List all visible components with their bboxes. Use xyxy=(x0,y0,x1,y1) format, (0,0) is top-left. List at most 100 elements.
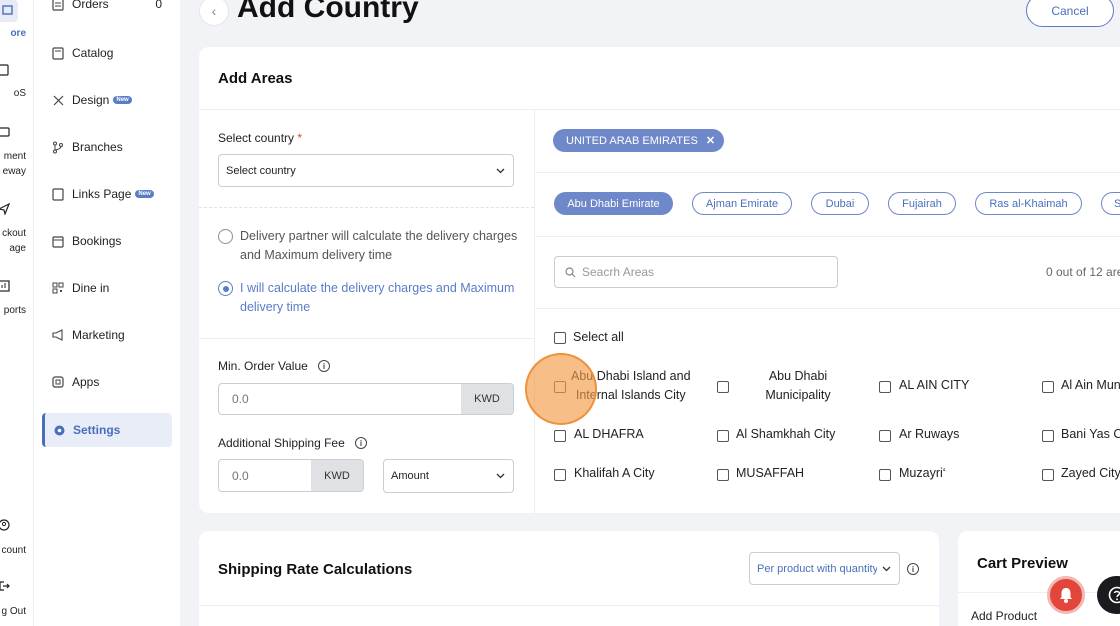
cancel-button[interactable]: Cancel xyxy=(1026,0,1114,27)
area-label: Bani Yas C xyxy=(1061,427,1120,441)
calendar-icon xyxy=(51,234,65,248)
radio-button[interactable] xyxy=(218,229,233,244)
country-select[interactable]: Select country xyxy=(218,154,514,187)
select-all-label: Select all xyxy=(573,330,624,344)
reports-icon xyxy=(0,280,10,292)
sidebar-item-label: Apps xyxy=(72,375,100,389)
branches-icon xyxy=(51,140,65,154)
close-icon[interactable]: ✕ xyxy=(706,134,715,147)
shipping-rate-card: Shipping Rate Calculations Per product w… xyxy=(199,531,939,626)
info-icon[interactable]: i xyxy=(907,563,919,575)
left-rail: ore oS ment eway ckout age ports count g… xyxy=(0,0,34,626)
area-label: Al Ain Mun xyxy=(1061,378,1120,392)
selected-count: 0 out of 12 are xyxy=(1046,265,1120,279)
selected-country-chip[interactable]: UNITED ARAB EMIRATES ✕ xyxy=(553,129,725,152)
card-title: Cart Preview xyxy=(977,555,1068,572)
back-button[interactable]: ‹ xyxy=(199,0,229,26)
qr-icon xyxy=(51,281,65,295)
pos-icon xyxy=(0,64,9,76)
divider xyxy=(199,207,534,208)
area-label: Khalifah A City xyxy=(574,466,655,480)
sidebar-item-dine-in[interactable]: Dine in xyxy=(42,271,172,305)
notification-bell-button[interactable] xyxy=(1047,576,1085,614)
new-badge: New xyxy=(135,190,154,198)
fee-type-select[interactable]: Amount xyxy=(383,459,514,493)
area-checkbox[interactable] xyxy=(879,469,891,481)
emirate-tab[interactable]: Fujairah xyxy=(888,192,956,215)
area-checkbox[interactable] xyxy=(1042,430,1054,442)
page-title: Add Country xyxy=(237,0,419,24)
area-label: AL DHAFRA xyxy=(574,427,644,441)
chevron-down-icon xyxy=(882,566,891,571)
select-all-checkbox[interactable] xyxy=(554,332,566,344)
area-checkbox[interactable] xyxy=(717,469,729,481)
area-checkbox[interactable] xyxy=(879,381,891,393)
sidebar-item-label: Links Page xyxy=(72,187,132,201)
area-checkbox[interactable] xyxy=(1042,469,1054,481)
sidebar-item-apps[interactable]: Apps xyxy=(42,365,172,399)
card-title: Shipping Rate Calculations xyxy=(218,561,413,578)
emirate-tab[interactable]: Dubai xyxy=(811,192,869,215)
logout-icon xyxy=(0,581,10,591)
chevron-down-icon xyxy=(496,473,505,479)
min-order-label: Min. Order Value xyxy=(218,359,308,373)
sidebar-item-label: Bookings xyxy=(72,234,122,248)
emirate-tab[interactable]: Ajman Emirate xyxy=(692,192,792,215)
links-icon xyxy=(51,187,65,201)
sidebar-item-bookings[interactable]: Bookings xyxy=(42,224,172,258)
add-areas-card: Add Areas Select country * Select countr… xyxy=(199,47,1120,513)
emirate-tab[interactable]: Abu Dhabi Emirate xyxy=(554,192,673,215)
shipping-fee-label: Additional Shipping Fee xyxy=(218,436,345,450)
store-icon xyxy=(2,5,13,15)
area-checkbox[interactable] xyxy=(879,430,891,442)
sidebar-item-label: Design xyxy=(72,93,110,107)
select-country-label: Select country * xyxy=(218,131,303,145)
divider xyxy=(535,236,1120,237)
design-icon xyxy=(51,93,65,107)
sidebar-item-label: Branches xyxy=(72,140,123,154)
sidebar-item-catalog[interactable]: Catalog xyxy=(42,36,172,70)
min-order-input[interactable] xyxy=(219,384,462,414)
cart-preview-card: Cart Preview Add Product xyxy=(958,531,1120,626)
add-product-link[interactable]: Add Product xyxy=(971,609,1037,623)
divider xyxy=(199,109,1120,110)
sidebar-item-settings[interactable]: Settings xyxy=(42,413,172,447)
sidebar-item-marketing[interactable]: Marketing xyxy=(42,318,172,352)
search-areas-input[interactable]: Seacrh Areas xyxy=(554,256,838,288)
area-checkbox[interactable] xyxy=(554,430,566,442)
chevron-left-icon: ‹ xyxy=(211,3,217,19)
sidebar-item-design[interactable]: Design New xyxy=(42,83,172,117)
divider xyxy=(199,338,534,339)
sidebar: Orders 0 Catalog Design New Branches Lin… xyxy=(34,0,180,626)
shipping-fee-input[interactable] xyxy=(219,460,312,491)
rate-mode-select[interactable]: Per product with quantity xyxy=(749,552,900,585)
info-icon[interactable]: i xyxy=(318,360,330,372)
info-icon[interactable]: i xyxy=(355,437,367,449)
area-label: AL AIN CITY xyxy=(899,378,970,392)
sidebar-item-branches[interactable]: Branches xyxy=(42,130,172,164)
catalog-icon xyxy=(51,46,65,60)
area-checkbox[interactable] xyxy=(717,430,729,442)
area-checkbox[interactable] xyxy=(1042,381,1054,393)
area-label: MUSAFFAH xyxy=(736,466,805,480)
send-icon xyxy=(0,203,10,215)
sidebar-item-links-page[interactable]: Links Page New xyxy=(42,177,172,211)
sidebar-item-orders[interactable]: Orders 0 xyxy=(42,0,172,21)
area-checkbox[interactable] xyxy=(554,469,566,481)
radio-self-calculates[interactable]: I will calculate the delivery charges an… xyxy=(218,279,518,317)
area-checkbox[interactable] xyxy=(717,381,729,393)
orders-count: 0 xyxy=(155,0,162,11)
chevron-down-icon xyxy=(496,168,505,173)
emirate-tab[interactable]: Ras al-Khaimah xyxy=(975,192,1082,215)
area-label: Al Shamkhah City xyxy=(736,427,836,441)
shipping-fee-field[interactable]: KWD xyxy=(218,459,364,492)
help-icon xyxy=(1108,586,1120,604)
area-label: Zayed City xyxy=(1061,466,1120,480)
emirate-tab[interactable]: S xyxy=(1101,192,1120,215)
sidebar-item-label: Orders xyxy=(72,0,109,11)
radio-button[interactable] xyxy=(218,281,233,296)
divider xyxy=(535,308,1120,309)
min-order-field[interactable]: KWD xyxy=(218,383,514,415)
account-icon xyxy=(0,519,10,531)
radio-partner-calculates[interactable]: Delivery partner will calculate the deli… xyxy=(218,227,518,265)
